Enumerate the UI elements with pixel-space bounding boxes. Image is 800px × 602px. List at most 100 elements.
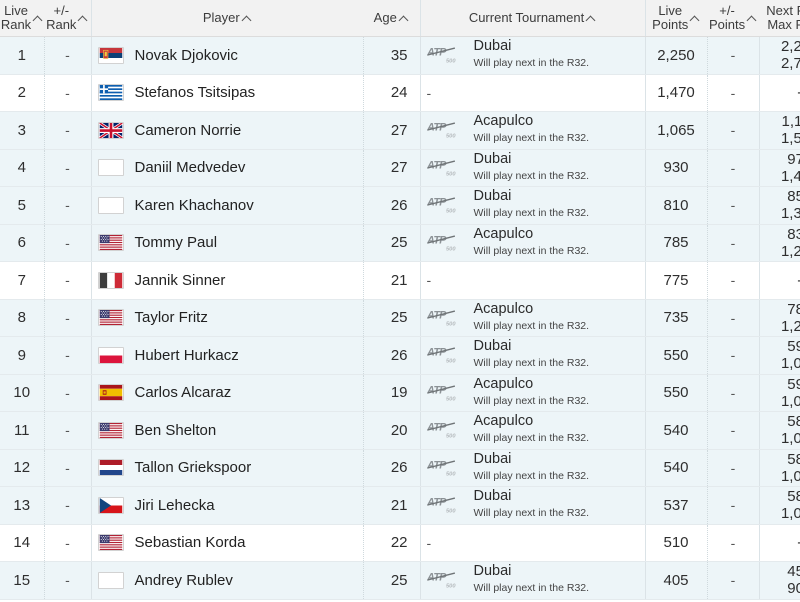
tournament-name[interactable]: Dubai: [474, 451, 590, 467]
column-header-delta-points[interactable]: +/- Points: [707, 0, 759, 37]
tournament-name[interactable]: Acapulco: [474, 114, 590, 129]
cell-player[interactable]: Cameron Norrie: [90, 111, 363, 150]
player-name[interactable]: Cameron Norrie: [135, 122, 242, 139]
tournament-name[interactable]: Acapulco: [474, 414, 590, 429]
column-header-live-rank[interactable]: Live Rank: [0, 0, 44, 37]
table-row[interactable]: 5- Karen Khachanov 26 ATP 500 Dubai Will play …: [0, 186, 800, 225]
cell-tournament[interactable]: ATP 500 Dubai Will play next in the R32.: [419, 561, 645, 600]
tournament-note: Will play next in the R32.: [473, 169, 590, 182]
svg-text:500: 500: [446, 584, 456, 590]
tournament-name[interactable]: Dubai: [474, 151, 590, 167]
player-name[interactable]: Daniil Medvedev: [135, 159, 246, 176]
table-row[interactable]: 12- Tallon Griekspoor 26 ATP 500 Dubai Will pl…: [0, 449, 800, 487]
player-name[interactable]: Andrey Rublev: [135, 572, 233, 589]
table-row[interactable]: 7-Jannik Sinner21-775--: [0, 261, 800, 300]
cell-player[interactable]: Carlos Alcaraz: [90, 374, 363, 412]
cell-delta-points: -: [706, 524, 759, 562]
table-row[interactable]: 8- Taylor Fritz 25 ATP 500 Acapulco Will play …: [0, 299, 800, 337]
player-name[interactable]: Jannik Sinner: [135, 272, 226, 289]
tournament-name[interactable]: Dubai: [474, 489, 590, 504]
cell-player[interactable]: Andrey Rublev: [90, 561, 363, 600]
player-name[interactable]: Hubert Hurkacz: [135, 347, 239, 364]
tournament-name[interactable]: Dubai: [474, 189, 590, 204]
player-name[interactable]: Tommy Paul: [135, 234, 218, 251]
cell-tournament[interactable]: -: [419, 524, 645, 562]
cell-tournament[interactable]: ATP 500 Acapulco Will play next in the R32.: [419, 299, 645, 337]
cell-live-points: 1,470: [644, 74, 707, 112]
chevron-up-icon[interactable]: [400, 14, 409, 23]
chevron-up-icon[interactable]: [587, 14, 596, 23]
cell-player[interactable]: Jannik Sinner: [90, 261, 363, 300]
tournament-name[interactable]: Dubai: [474, 339, 590, 354]
column-header-tournament[interactable]: Current Tournament: [419, 0, 645, 37]
cell-tournament[interactable]: ATP 500 Dubai Will play next in the R32.: [419, 36, 645, 75]
cell-delta-rank: -: [43, 261, 91, 300]
player-name[interactable]: Stefanos Tsitsipas: [135, 84, 256, 101]
table-row[interactable]: 13- Jiri Lehecka 21 ATP 500 Dubai Will play ne…: [0, 486, 800, 525]
table-row[interactable]: 4- Daniil Medvedev 27 ATP 500 Dubai Will play …: [0, 149, 800, 187]
cell-player[interactable]: Ben Shelton: [90, 411, 363, 450]
player-name[interactable]: Taylor Fritz: [135, 309, 208, 326]
cell-delta-rank: -: [43, 149, 91, 187]
table-row[interactable]: 10- Carlos Alcaraz 19 ATP 500 Acapulco Will pl…: [0, 374, 800, 412]
player-name[interactable]: Ben Shelton: [135, 422, 217, 439]
cell-age: 25: [362, 561, 420, 600]
cell-tournament[interactable]: ATP 500 Acapulco Will play next in the R32.: [419, 411, 645, 450]
chevron-up-icon[interactable]: [691, 14, 700, 23]
tournament-name[interactable]: Dubai: [474, 564, 590, 579]
cell-tournament[interactable]: ATP 500 Dubai Will play next in the R32.: [419, 336, 645, 375]
cell-player[interactable]: Tommy Paul: [90, 224, 363, 262]
cell-player[interactable]: Karen Khachanov: [90, 186, 363, 225]
chevron-up-icon[interactable]: [34, 14, 43, 23]
player-name[interactable]: Carlos Alcaraz: [135, 384, 232, 401]
cell-player[interactable]: Taylor Fritz: [90, 299, 363, 337]
column-header-live-points[interactable]: Live Points: [644, 0, 707, 37]
table-row[interactable]: 9- Hubert Hurkacz 26 ATP 500 Dubai Will play n…: [0, 336, 800, 375]
cell-tournament[interactable]: ATP 500 Acapulco Will play next in the R32.: [419, 374, 645, 412]
cell-tournament[interactable]: ATP 500 Dubai Will play next in the R32.: [419, 449, 645, 487]
cell-player[interactable]: Novak Djokovic: [90, 36, 363, 75]
cell-player[interactable]: Hubert Hurkacz: [90, 336, 363, 375]
column-header-delta-rank-line1: +/-: [53, 3, 70, 18]
chevron-up-icon[interactable]: [243, 14, 252, 23]
chevron-up-icon[interactable]: [748, 14, 757, 23]
tournament-name[interactable]: Acapulco: [474, 226, 590, 242]
table-row[interactable]: 11- Ben Shelton 20 ATP 500 Acapulco Will play …: [0, 411, 800, 450]
cell-tournament[interactable]: ATP 500 Acapulco Will play next in the R32.: [419, 111, 645, 150]
tournament-name[interactable]: Dubai: [474, 39, 590, 54]
cell-tournament[interactable]: ATP 500 Dubai Will play next in the R32.: [419, 149, 645, 187]
tournament-name[interactable]: Acapulco: [474, 376, 590, 392]
tournament-name[interactable]: Acapulco: [474, 301, 590, 317]
max-points-value: 1,235: [780, 317, 800, 335]
cell-tournament[interactable]: ATP 500 Dubai Will play next in the R32.: [419, 186, 645, 225]
chevron-up-icon[interactable]: [79, 14, 88, 23]
player-name[interactable]: Karen Khachanov: [135, 197, 254, 214]
cell-player[interactable]: Stefanos Tsitsipas: [90, 74, 363, 112]
cell-player[interactable]: Tallon Griekspoor: [90, 449, 363, 487]
table-row[interactable]: 14-Sebastian Korda22-510--: [0, 524, 800, 562]
table-row[interactable]: 6- Tommy Paul 25 ATP 500 Acapulco Will play ne…: [0, 224, 800, 262]
player-name[interactable]: Novak Djokovic: [135, 47, 238, 64]
column-header-player[interactable]: Player: [90, 0, 363, 37]
cell-tournament[interactable]: -: [419, 74, 645, 112]
table-row[interactable]: 2-Stefanos Tsitsipas24-1,470--: [0, 74, 800, 112]
player-name[interactable]: Tallon Griekspoor: [135, 459, 252, 476]
player-name[interactable]: Jiri Lehecka: [135, 497, 215, 514]
cell-player[interactable]: Sebastian Korda: [90, 524, 363, 562]
svg-text:500: 500: [446, 209, 456, 215]
player-name[interactable]: Sebastian Korda: [135, 534, 246, 551]
cell-age: 35: [362, 36, 420, 75]
table-row[interactable]: 15- Andrey Rublev 25 ATP 500 Dubai Will play n…: [0, 561, 800, 600]
table-row[interactable]: 1- Novak Djokovic 35 ATP 500 Dubai Will play n…: [0, 36, 800, 75]
table-row[interactable]: 3- Cameron Norrie 27 ATP 500 Acapulco Will pla…: [0, 111, 800, 150]
cell-player[interactable]: Daniil Medvedev: [90, 149, 363, 187]
cell-tournament[interactable]: -: [419, 261, 645, 300]
column-header-age[interactable]: Age: [363, 0, 420, 37]
cell-tournament[interactable]: ATP 500 Dubai Will play next in the R32.: [419, 486, 645, 525]
cell-tournament[interactable]: ATP 500 Acapulco Will play next in the R32.: [419, 224, 645, 262]
cell-live-points: 537: [644, 486, 707, 525]
cell-delta-points: -: [706, 299, 759, 337]
cell-player[interactable]: Jiri Lehecka: [90, 486, 363, 525]
tournament-empty: -: [426, 272, 432, 289]
column-header-delta-rank[interactable]: +/- Rank: [44, 0, 91, 37]
